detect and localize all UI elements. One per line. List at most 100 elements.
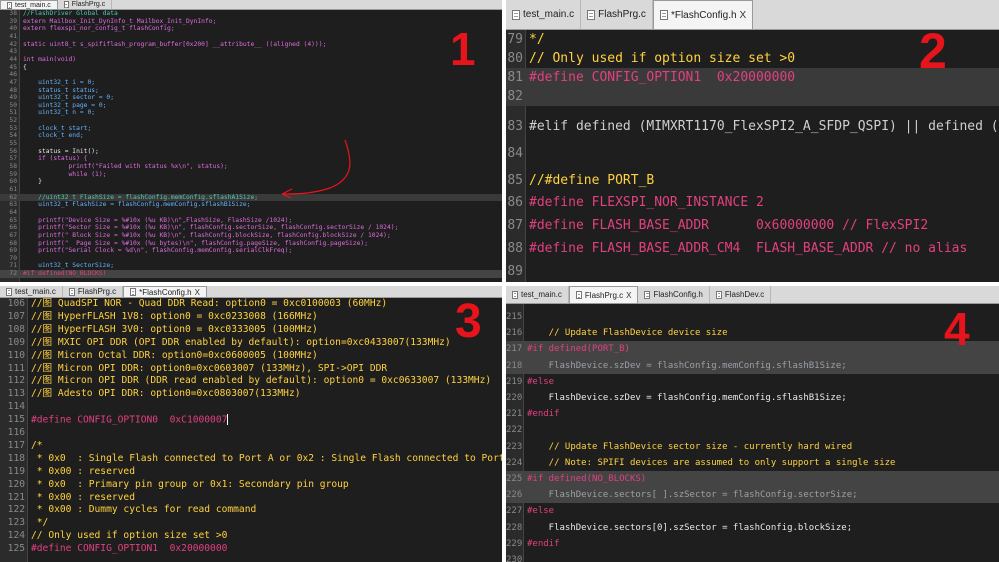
code-area[interactable]: 215 216 // Update FlashDevice device size… — [506, 304, 999, 562]
code-line[interactable]: 87 #define FLASH_BASE_ADDR 0x60000000 // … — [506, 216, 999, 235]
tab-flashprg-c[interactable]: FlashPrg.c — [63, 286, 124, 297]
code-line[interactable]: 112 //图 Micron OPI DDR (DDR read enabled … — [0, 375, 502, 388]
code-line[interactable]: 58 printf("Failed with status %x\n", sta… — [0, 163, 502, 171]
code-line[interactable]: 68 printf(" Page Size = %#10x (%u bytes)… — [0, 240, 502, 248]
code-line[interactable]: 86 #define FLEXSPI_NOR_INSTANCE 2 — [506, 193, 999, 212]
code-line[interactable]: 216 // Update FlashDevice device size — [506, 325, 999, 341]
code-line[interactable]: 69 printf("Serial Clock = %d\n", flashCo… — [0, 247, 502, 255]
code-line[interactable]: 119 * 0x00 : reserved — [0, 466, 502, 479]
code-line[interactable]: 121 * 0x00 : reserved — [0, 492, 502, 505]
code-line[interactable]: 85 //#define PORT_B — [506, 171, 999, 190]
close-tab-icon[interactable]: X — [195, 288, 200, 297]
code-line[interactable]: 226 FlashDevice.sectors[ ].szSector = fl… — [506, 487, 999, 504]
code-line[interactable]: 48 status_t status; — [0, 87, 502, 95]
tab-flashconfig-h[interactable]: FlashConfig.h — [638, 286, 710, 303]
tab-flashprg-c[interactable]: FlashPrg.c — [58, 0, 113, 9]
code-line[interactable]: 227 #else — [506, 503, 999, 519]
code-line[interactable]: 225 #if defined(NO_BLOCKS) — [506, 471, 999, 488]
code-line[interactable]: 122 * 0x00 : Dummy cycles for read comma… — [0, 504, 502, 517]
tab-test-main-c[interactable]: test_main.c — [0, 286, 63, 297]
code-line[interactable]: 67 printf(" Block Size = %#10x (%u KB)\n… — [0, 232, 502, 240]
code-line[interactable]: 70 — [0, 255, 502, 263]
code-line[interactable]: 218 FlashDevice.szDev = flashConfig.memC… — [506, 357, 999, 374]
tab-flashconfig-h[interactable]: *FlashConfig.h X — [123, 286, 207, 297]
code-line[interactable]: 120 * 0x0 : Primary pin group or 0x1: Se… — [0, 479, 502, 492]
code-line[interactable]: 113 //图 Adesto OPI DDR: option0=0xc080300… — [0, 388, 502, 401]
code-line[interactable]: 219 #else — [506, 374, 999, 390]
code-line[interactable]: 38 //FlashDriver Global data — [0, 10, 502, 18]
tab-flashdev-c[interactable]: FlashDev.c — [710, 286, 772, 303]
code-line[interactable]: 71 uint32_t SectorSize; — [0, 262, 502, 270]
code-line[interactable]: 72 #if defined(NO_BLOCKS) — [0, 270, 502, 278]
code-line[interactable]: 47 uint32_t i = 0; — [0, 79, 502, 87]
code-line[interactable]: 56 status = Init(); — [0, 148, 502, 156]
code-line[interactable]: 84 — [506, 144, 999, 163]
code-line[interactable]: 46 — [0, 71, 502, 79]
code-line[interactable]: 108 //图 HyperFLASH 3V0: option0 = 0xc0333… — [0, 324, 502, 337]
code-line[interactable]: 110 //图 Micron Octal DDR: option0=0xc0600… — [0, 350, 502, 363]
code-line[interactable]: 45 { — [0, 64, 502, 72]
code-line[interactable]: 125 #define CONFIG_OPTION1 0x20000000 — [0, 543, 502, 556]
code-line[interactable]: 215 — [506, 309, 999, 325]
code-line[interactable]: 124 // Only used if option size set >0 — [0, 530, 502, 543]
code-line[interactable]: 114 — [0, 401, 502, 414]
code-line[interactable]: 222 — [506, 422, 999, 438]
code-line[interactable]: 63 uint32_t FlashSize = flashConfig.memC… — [0, 201, 502, 209]
code-line[interactable]: 50 uint32_t page = 0; — [0, 102, 502, 110]
code-line[interactable]: 51 uint32_t n = 0; — [0, 109, 502, 117]
code-area[interactable]: 38 //FlashDriver Global data 39 extern Mail… — [0, 10, 502, 282]
code-line[interactable]: 55 — [0, 140, 502, 148]
code-line[interactable]: 52 — [0, 117, 502, 125]
line-number: 116 — [7, 427, 25, 438]
code-line[interactable]: 123 */ — [0, 517, 502, 530]
code-line[interactable]: 229 #endif — [506, 536, 999, 552]
code-line[interactable]: 40 extern flexspi_nor_config_t flashConfi… — [0, 25, 502, 33]
code-line[interactable]: 221 #endif — [506, 406, 999, 422]
code-line[interactable]: 62 //uint32_t FlashSize = flashConfig.me… — [0, 193, 502, 202]
code-line[interactable]: 217 #if defined(PORT_B) — [506, 341, 999, 358]
code-line[interactable]: 117 /* — [0, 440, 502, 453]
code-line[interactable]: 230 — [506, 552, 999, 562]
code-line[interactable]: 106 //图 QuadSPI NOR - Quad DDR Read: opti… — [0, 298, 502, 311]
tab-flashprg-c[interactable]: FlashPrg.c X — [568, 286, 639, 303]
code-line[interactable]: 66 printf("Sector Size = %#10x (%u KB)\n… — [0, 224, 502, 232]
code-line[interactable]: 223 // Update FlashDevice sector size - … — [506, 439, 999, 455]
code-line[interactable]: 39 extern Mailbox_Init_DynInfo_t Mailbox_… — [0, 18, 502, 26]
code-line[interactable]: 61 — [0, 186, 502, 194]
code-line[interactable]: 44 int main(void) — [0, 56, 502, 64]
code-line[interactable]: 57 if (status) { — [0, 155, 502, 163]
code-line[interactable]: 224 // Note: SPIFI devices are assumed t… — [506, 455, 999, 471]
code-line[interactable]: 89 — [506, 262, 999, 281]
code-line[interactable]: 83 #elif defined (MIMXRT1170_FlexSPI2_A_S… — [506, 117, 999, 136]
code-line[interactable]: 118 * 0x0 : Single Flash connected to Po… — [0, 453, 502, 466]
code-line[interactable]: 228 FlashDevice.sectors[0].szSector = fl… — [506, 520, 999, 536]
code-line[interactable]: 116 — [0, 427, 502, 440]
code-line[interactable]: 60 } — [0, 178, 502, 186]
code-line[interactable]: 42 static uint8_t s_spififlash_program_bu… — [0, 41, 502, 49]
code-line[interactable]: 115 #define CONFIG_OPTION0 0xC1000007 — [0, 414, 502, 427]
code-line[interactable]: 107 //图 HyperFLASH 1V8: option0 = 0xc0233… — [0, 311, 502, 324]
code-line[interactable]: 49 uint32_t sector = 0; — [0, 94, 502, 102]
code-line[interactable]: 41 — [0, 33, 502, 41]
code-line[interactable]: 64 — [0, 209, 502, 217]
tab-flashprg-c[interactable]: FlashPrg.c — [581, 0, 653, 29]
code-line[interactable]: 65 printf("Device Size = %#10x (%u KB)\n… — [0, 217, 502, 225]
code-line[interactable]: 43 — [0, 48, 502, 56]
code-line[interactable]: 54 clock_t end; — [0, 132, 502, 140]
code-line[interactable]: 111 //图 Micron OPI DDR: option0=0xc060300… — [0, 363, 502, 376]
close-tab-icon[interactable]: X — [626, 291, 631, 300]
line-number: 226 — [506, 490, 523, 501]
close-tab-icon[interactable]: X — [740, 10, 747, 21]
tab-test-main-c[interactable]: test_main.c — [506, 0, 582, 29]
code-line[interactable]: 220 FlashDevice.szDev = flashConfig.memC… — [506, 390, 999, 406]
tab-test-main-c[interactable]: test_main.c — [506, 286, 569, 303]
code-line[interactable]: 82 — [506, 87, 999, 106]
code-line[interactable]: 59 while (1); — [0, 171, 502, 179]
code-line[interactable]: 109 //图 MXIC OPI DDR (OPI DDR enabled by … — [0, 337, 502, 350]
code-line[interactable]: 88 #define FLASH_BASE_ADDR_CM4 FLASH_BASE… — [506, 239, 999, 258]
tab-test-main-c[interactable]: test_main.c — [0, 0, 58, 9]
code-area[interactable]: 106 //图 QuadSPI NOR - Quad DDR Read: opti… — [0, 298, 502, 562]
code-line[interactable]: 53 clock_t start; — [0, 125, 502, 133]
line-number: 87 — [507, 218, 523, 234]
tab-flashconfig-h[interactable]: *FlashConfig.h X — [652, 0, 754, 29]
